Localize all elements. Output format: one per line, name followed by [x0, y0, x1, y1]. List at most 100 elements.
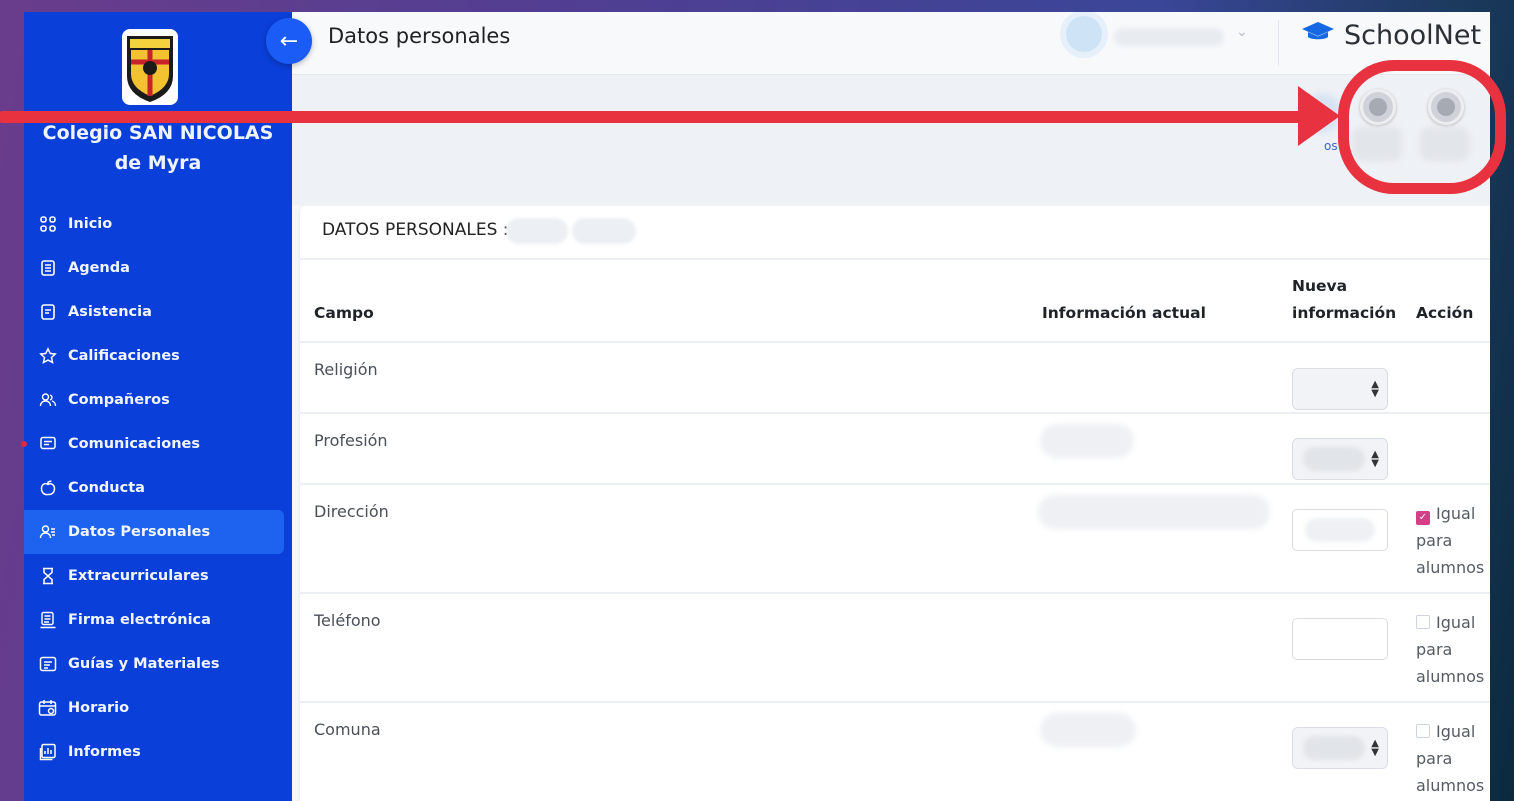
sidebar-item-label: Datos Personales: [68, 524, 211, 540]
action-label-line1: Igual: [1436, 722, 1476, 741]
action-label-line1: Igual: [1436, 504, 1476, 523]
brand-logo: SchoolNet: [1300, 20, 1481, 51]
sidebar-item-horario[interactable]: Horario: [24, 686, 292, 730]
message-icon: [38, 434, 58, 454]
sidebar-item-label: Informes: [68, 744, 141, 760]
selected-value-redacted: [1303, 736, 1365, 760]
sidebar-item-datos-personales[interactable]: Datos Personales: [24, 510, 284, 554]
field-label-telefono: Teléfono: [314, 611, 381, 630]
grid-icon: [38, 214, 58, 234]
direccion-input[interactable]: [1292, 509, 1388, 551]
checkbox-unchecked[interactable]: [1416, 724, 1430, 738]
graduation-cap-icon: [1300, 20, 1336, 51]
field-label-comuna: Comuna: [314, 720, 381, 739]
sidebar: Colegio SAN NICOLAS de Myra Inicio Agend…: [24, 12, 292, 801]
student-name-redacted: [506, 218, 568, 244]
sidebar-item-companeros[interactable]: Compañeros: [24, 378, 292, 422]
top-bar: Datos personales ⌄ SchoolNet: [292, 12, 1490, 75]
same-for-students-direccion[interactable]: ✓ Igual para alumnos: [1416, 500, 1490, 581]
collapse-sidebar-button[interactable]: ←: [266, 18, 312, 64]
divider: [1278, 20, 1279, 66]
sidebar-item-label: Horario: [68, 700, 130, 716]
checkbox-unchecked[interactable]: [1416, 615, 1430, 629]
sidebar-item-calificaciones[interactable]: Calificaciones: [24, 334, 292, 378]
arrow-left-icon: ←: [279, 28, 299, 54]
sidebar-item-label: Calificaciones: [68, 348, 180, 364]
select-arrows-icon: ▲ ▼: [1371, 738, 1379, 758]
sidebar-item-label: Compañeros: [68, 392, 170, 408]
agenda-icon: [38, 258, 58, 278]
select-arrows-icon: ▲ ▼: [1371, 449, 1379, 469]
sidebar-item-label: Conducta: [68, 480, 145, 496]
sidebar-item-label: Comunicaciones: [68, 436, 201, 452]
select-arrows-icon: ▲ ▼: [1371, 379, 1379, 399]
action-label-line2: para: [1416, 531, 1453, 550]
brand-name: SchoolNet: [1344, 20, 1482, 51]
sidebar-item-label: Agenda: [68, 260, 130, 276]
religion-select[interactable]: ▲ ▼: [1292, 368, 1388, 410]
divider: [300, 701, 1490, 703]
telefono-input[interactable]: [1292, 618, 1388, 660]
sidebar-item-asistencia[interactable]: Asistencia: [24, 290, 292, 334]
annotation-arrow: [0, 111, 1312, 123]
notification-dot: [21, 441, 27, 447]
action-label-line1: Igual: [1436, 613, 1476, 632]
apple-icon: [38, 478, 58, 498]
sidebar-item-firma[interactable]: Firma electrónica: [24, 598, 292, 642]
signature-icon: [38, 610, 58, 630]
user-name-redacted[interactable]: [1114, 28, 1224, 46]
sidebar-item-label: Asistencia: [68, 304, 152, 320]
same-for-students-comuna[interactable]: Igual para alumnos: [1416, 718, 1490, 799]
divider: [300, 483, 1490, 485]
action-label-line3: alumnos: [1416, 667, 1485, 686]
action-label-line3: alumnos: [1416, 558, 1485, 577]
annotation-arrow-head: [1298, 86, 1340, 146]
users-icon: [38, 390, 58, 410]
sidebar-item-informes[interactable]: Informes: [24, 730, 292, 774]
sidebar-nav: Inicio Agenda Asistencia Calificaciones …: [24, 202, 292, 774]
current-value-redacted: [1038, 495, 1270, 529]
sidebar-item-label: Extracurriculares: [68, 568, 209, 584]
card-title: DATOS PERSONALES :: [322, 220, 509, 240]
sidebar-item-extracurriculares[interactable]: Extracurriculares: [24, 554, 292, 598]
sidebar-item-conducta[interactable]: Conducta: [24, 466, 292, 510]
hourglass-icon: [38, 566, 58, 586]
action-label-line2: para: [1416, 749, 1453, 768]
sidebar-item-label: Inicio: [68, 216, 113, 232]
card-header: DATOS PERSONALES :: [300, 206, 1490, 260]
column-header-actual: Información actual: [1042, 304, 1206, 322]
school-logo: [121, 28, 179, 106]
field-label-religion: Religión: [314, 360, 378, 379]
checkbox-checked[interactable]: ✓: [1416, 511, 1430, 525]
comuna-select[interactable]: ▲ ▼: [1292, 727, 1388, 769]
column-header-nueva-line1: Nueva: [1292, 277, 1348, 295]
sidebar-item-inicio[interactable]: Inicio: [24, 202, 292, 246]
clipboard-icon: [38, 302, 58, 322]
user-card-icon: [38, 522, 58, 542]
personal-data-card: DATOS PERSONALES : Campo Información act…: [300, 206, 1490, 801]
profesion-select[interactable]: ▲ ▼: [1292, 438, 1388, 480]
current-value-redacted: [1040, 424, 1134, 458]
annotation-highlight-circle: [1338, 60, 1506, 194]
same-for-students-telefono[interactable]: Igual para alumnos: [1416, 609, 1490, 690]
action-label-line2: para: [1416, 640, 1453, 659]
divider: [300, 412, 1490, 414]
sidebar-item-comunicaciones[interactable]: Comunicaciones: [24, 422, 292, 466]
page-title: Datos personales: [328, 24, 511, 48]
column-header-nueva-line2: información: [1292, 304, 1397, 322]
student-name-redacted: [572, 218, 636, 244]
calendar-icon: [38, 698, 58, 718]
column-header-nueva: Nueva información: [1292, 273, 1396, 327]
sidebar-item-agenda[interactable]: Agenda: [24, 246, 292, 290]
star-icon: [38, 346, 58, 366]
sidebar-item-label: Guías y Materiales: [68, 656, 220, 672]
field-label-direccion: Dirección: [314, 502, 389, 521]
avatar[interactable]: [1066, 16, 1102, 52]
chevron-down-icon[interactable]: ⌄: [1236, 24, 1248, 40]
column-header-campo: Campo: [314, 304, 374, 322]
sidebar-item-guias[interactable]: Guías y Materiales: [24, 642, 292, 686]
app-window: Colegio SAN NICOLAS de Myra Inicio Agend…: [24, 12, 1490, 801]
folder-icon: [38, 654, 58, 674]
column-header-accion: Acción: [1416, 304, 1474, 322]
school-name: Colegio SAN NICOLAS de Myra: [42, 122, 274, 174]
